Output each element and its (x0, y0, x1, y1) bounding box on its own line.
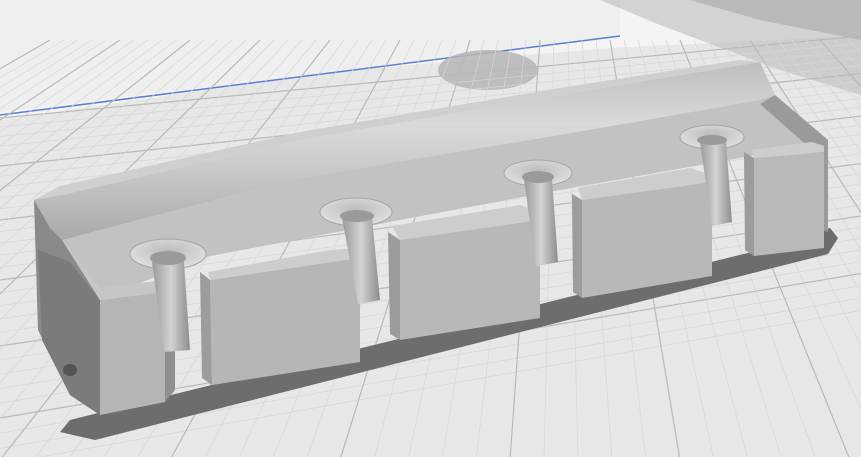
block-4-side (572, 194, 582, 298)
3d-viewport[interactable] (0, 0, 861, 457)
block-left-front (100, 292, 165, 415)
block-5-side (744, 152, 754, 256)
scene-canvas[interactable] (0, 0, 861, 457)
block-5-front (754, 152, 824, 256)
side-hole (63, 364, 77, 376)
